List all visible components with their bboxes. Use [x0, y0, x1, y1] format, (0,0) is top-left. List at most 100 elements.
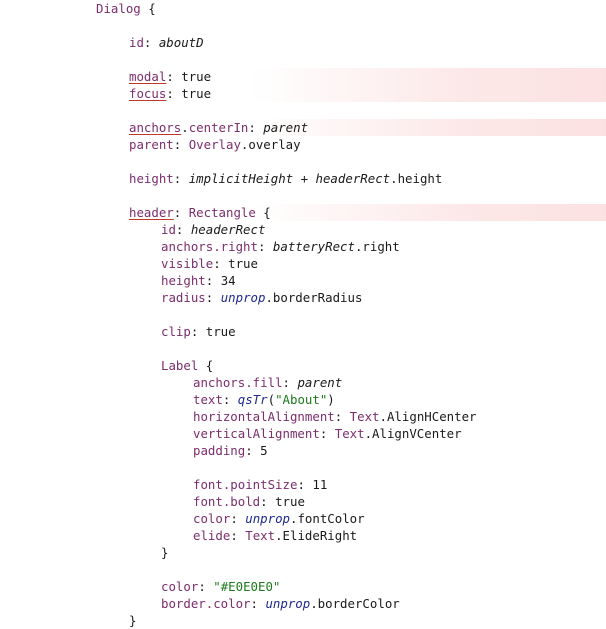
code-line[interactable]: [0, 153, 606, 170]
code-token: :: [230, 511, 246, 526]
code-token: :: [250, 596, 266, 611]
code-line[interactable]: height: 34: [0, 272, 606, 289]
code-token: :: [334, 409, 350, 424]
code-token: horizontalAlignment: [193, 409, 335, 424]
code-token: font.bold: [193, 494, 261, 509]
code-token: :: [205, 273, 221, 288]
code-line[interactable]: font.bold: true: [0, 493, 606, 510]
code-line[interactable]: text: qsTr("About"): [0, 391, 606, 408]
code-line[interactable]: modal: true: [0, 68, 606, 85]
code-token: aboutD: [158, 35, 204, 50]
code-token: border.color: [161, 596, 251, 611]
code-token: :: [260, 494, 276, 509]
code-token: :: [173, 171, 189, 186]
code-token: unprop: [265, 596, 311, 611]
code-token: centerIn: [188, 120, 249, 135]
code-line[interactable]: anchors.fill: parent: [0, 374, 606, 391]
code-token: elide: [193, 528, 231, 543]
code-line[interactable]: padding: 5: [0, 442, 606, 459]
code-token: +: [293, 171, 316, 186]
code-token: :: [166, 69, 182, 84]
code-token: :: [248, 120, 264, 135]
code-line[interactable]: [0, 17, 606, 34]
code-line[interactable]: color: unprop.fontColor: [0, 510, 606, 527]
code-token: ): [327, 392, 335, 407]
code-token: height: [129, 171, 174, 186]
code-token: :: [319, 426, 335, 441]
code-line[interactable]: id: headerRect: [0, 221, 606, 238]
code-token: :: [230, 528, 246, 543]
code-token: 34: [220, 273, 236, 288]
code-token: {: [198, 358, 214, 373]
code-token: :: [257, 239, 273, 254]
code-token: id: [129, 35, 144, 50]
code-line[interactable]: clip: true: [0, 323, 606, 340]
code-token: verticalAlignment: [193, 426, 320, 441]
code-token: .: [181, 120, 189, 135]
code-line[interactable]: visible: true: [0, 255, 606, 272]
code-token: parent: [297, 375, 343, 390]
code-token: unprop: [220, 290, 266, 305]
code-line[interactable]: [0, 187, 606, 204]
code-line[interactable]: color: "#E0E0E0": [0, 578, 606, 595]
code-token: Dialog: [96, 1, 141, 16]
code-token: true: [275, 494, 305, 509]
code-token: .AlignHCenter: [379, 409, 477, 424]
code-token: 5: [260, 443, 268, 458]
code-line[interactable]: anchors.centerIn: parent: [0, 119, 606, 136]
code-line[interactable]: focus: true: [0, 85, 606, 102]
code-token: :: [222, 392, 238, 407]
code-token: .height: [390, 171, 443, 186]
code-token: }: [161, 545, 169, 560]
code-line[interactable]: font.pointSize: 11: [0, 476, 606, 493]
code-line[interactable]: height: implicitHeight + headerRect.heig…: [0, 170, 606, 187]
code-token: implicitHeight: [188, 171, 294, 186]
code-token: modal: [129, 69, 167, 84]
code-line[interactable]: radius: unprop.borderRadius: [0, 289, 606, 306]
code-line[interactable]: [0, 459, 606, 476]
code-token: :: [205, 290, 221, 305]
code-line[interactable]: Dialog {: [0, 0, 606, 17]
code-editor[interactable]: Dialog {id: aboutD modal: true focus: true…: [0, 0, 606, 628]
code-token: }: [129, 613, 137, 628]
code-line[interactable]: border.color: unprop.borderColor: [0, 595, 606, 612]
code-line[interactable]: Label {: [0, 357, 606, 374]
code-token: :: [198, 579, 214, 594]
code-token: :: [297, 477, 313, 492]
code-line[interactable]: }: [0, 612, 606, 629]
code-line[interactable]: [0, 561, 606, 578]
code-line[interactable]: [0, 102, 606, 119]
code-token: .borderColor: [310, 596, 400, 611]
code-line[interactable]: elide: Text.ElideRight: [0, 527, 606, 544]
code-token: id: [161, 222, 176, 237]
code-line[interactable]: }: [0, 544, 606, 561]
code-line[interactable]: parent: Overlay.overlay: [0, 136, 606, 153]
code-token: :: [245, 443, 261, 458]
code-token: clip: [161, 324, 191, 339]
code-token: :: [213, 256, 229, 271]
code-line[interactable]: header: Rectangle {: [0, 204, 606, 221]
code-token: parent: [263, 120, 309, 135]
code-line[interactable]: anchors.right: batteryRect.right: [0, 238, 606, 255]
code-line[interactable]: id: aboutD: [0, 34, 606, 51]
code-token: font.pointSize: [193, 477, 298, 492]
code-line[interactable]: horizontalAlignment: Text.AlignHCenter: [0, 408, 606, 425]
code-token: .AlignVCenter: [364, 426, 462, 441]
code-token: "#E0E0E0": [213, 579, 281, 594]
code-token: anchors.right: [161, 239, 258, 254]
code-token: {: [140, 1, 156, 16]
code-token: .ElideRight: [275, 528, 358, 543]
code-token: (: [267, 392, 276, 407]
code-token: Label: [161, 358, 199, 373]
code-line[interactable]: [0, 306, 606, 323]
code-token: color: [161, 579, 199, 594]
code-line[interactable]: [0, 51, 606, 68]
code-token: anchors.fill: [193, 375, 283, 390]
code-line[interactable]: [0, 340, 606, 357]
code-token: padding: [193, 443, 246, 458]
code-line[interactable]: verticalAlignment: Text.AlignVCenter: [0, 425, 606, 442]
code-token: unprop: [245, 511, 290, 526]
code-token: true: [181, 69, 212, 84]
code-token: radius: [161, 290, 206, 305]
code-token: :: [143, 35, 159, 50]
